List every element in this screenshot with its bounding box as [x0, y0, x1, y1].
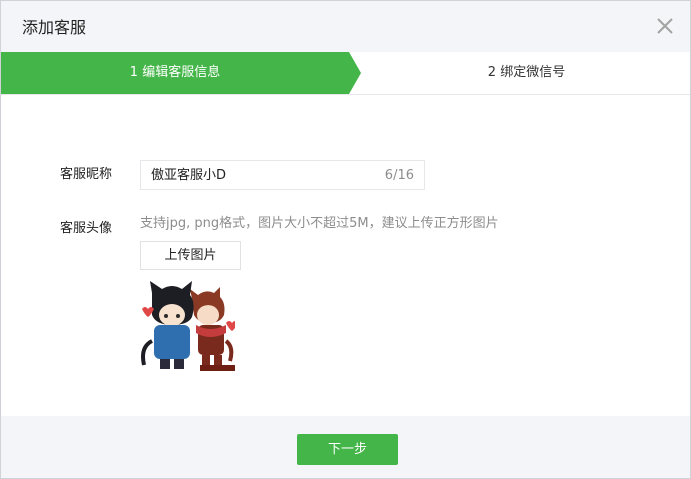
- add-customer-service-dialog: 添加客服 1 编辑客服信息 2 绑定微信号 客服昵称 傲亚客服小D 6/16 客…: [0, 0, 691, 479]
- nickname-label: 客服昵称: [60, 167, 113, 182]
- close-button[interactable]: [654, 15, 676, 37]
- avatar-image: [140, 281, 238, 371]
- upload-image-button[interactable]: 上传图片: [140, 241, 241, 270]
- step-1: 1 编辑客服信息: [1, 52, 361, 94]
- nickname-value: 傲亚客服小D: [151, 168, 227, 183]
- avatar-label: 客服头像: [60, 221, 113, 236]
- step-1-label: 1 编辑客服信息: [129, 65, 221, 80]
- step-indicator: 1 编辑客服信息 2 绑定微信号: [1, 52, 690, 95]
- dialog-title: 添加客服: [22, 18, 87, 37]
- step-2-label: 2 绑定微信号: [487, 65, 566, 80]
- dialog-footer: 下一步: [1, 416, 690, 478]
- nickname-input[interactable]: 傲亚客服小D 6/16: [140, 160, 425, 190]
- avatar-hint: 支持jpg, png格式，图片大小不超过5M，建议上传正方形图片: [140, 216, 499, 231]
- dialog-header: 添加客服: [1, 1, 690, 52]
- close-icon: [657, 18, 673, 34]
- nickname-char-counter: 6/16: [384, 168, 414, 183]
- next-step-button[interactable]: 下一步: [297, 434, 398, 465]
